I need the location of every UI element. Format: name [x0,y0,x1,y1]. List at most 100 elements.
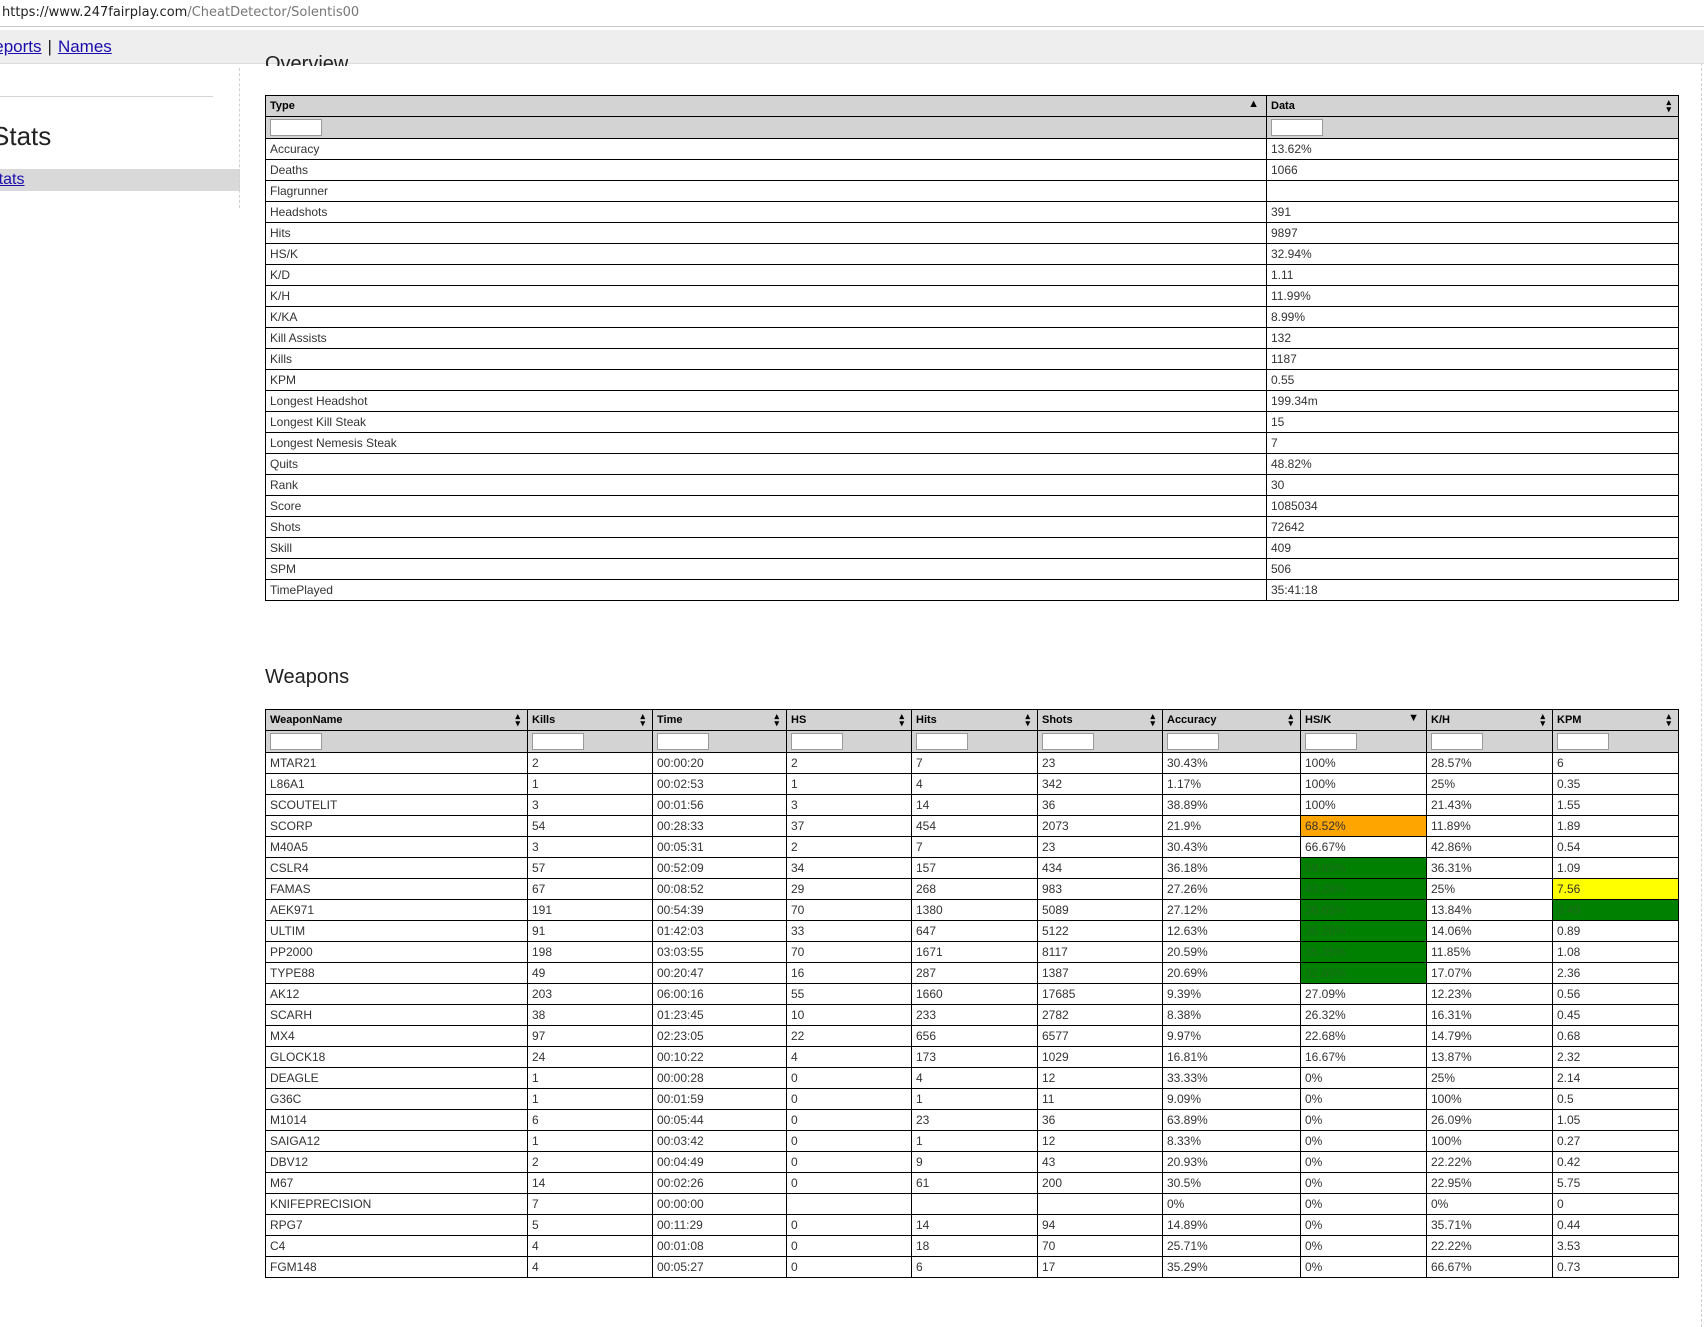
overview-cell-data: 7 [1266,432,1679,454]
weapons-header-hs[interactable]: HS ▴ ▾ [786,709,912,731]
weapons-cell-hs: 4 [786,1046,912,1068]
weapons-cell-time: 00:52:09 [652,857,787,879]
weapons-cell-hs [786,1193,912,1215]
weapons-cell-kills: 14 [527,1172,653,1194]
weapons-cell-shots: 36 [1037,794,1163,816]
weapons-cell-accuracy: 20.59% [1162,941,1301,963]
weapons-cell-hs-k: 100% [1300,794,1427,816]
weapons-cell-k-h: 66.67% [1426,1256,1553,1278]
weapons-cell-hs: 0 [786,1109,912,1131]
weapons-cell-kpm: 7.56 [1552,878,1679,900]
sort-both-icon[interactable]: ▴ ▾ [640,712,645,728]
weapons-cell-kpm: 0.45 [1552,1004,1679,1026]
table-row: TYPE88 49 00:20:47 16 287 1387 20.69% 32.65% 17.… [265,962,1679,984]
overview-filter-input-data[interactable] [1271,119,1323,136]
weapons-cell-hs-k: 0% [1300,1151,1427,1173]
weapons-cell-weaponname: ULTIM [265,920,528,942]
weapons-header-time[interactable]: Time ▴ ▾ [652,709,787,731]
weapons-header-shots[interactable]: Shots ▴ ▾ [1037,709,1163,731]
weapons-filter-input-weaponname[interactable] [270,733,322,750]
weapons-cell-hs: 0 [786,1130,912,1152]
weapons-cell-kpm: 0.5 [1552,1088,1679,1110]
weapons-cell-accuracy: 30.5% [1162,1172,1301,1194]
weapons-header-k-h[interactable]: K/H ▴ ▾ [1426,709,1553,731]
weapons-filter-input-hits[interactable] [916,733,968,750]
nav-link-names[interactable]: Names [58,37,112,56]
weapons-filter-input-kpm[interactable] [1557,733,1609,750]
weapons-cell-weaponname: GLOCK18 [265,1046,528,1068]
overview-table: Type ▲ Data ▴ ▾ Accuracy 13.62% Deaths 1066 Flag… [265,95,1679,601]
weapons-cell-k-h: 100% [1426,1088,1553,1110]
weapons-cell-weaponname: M40A5 [265,836,528,858]
sort-both-icon[interactable]: ▴ ▾ [1666,98,1671,114]
overview-cell-type: Shots [265,516,1267,538]
weapons-cell-hs-k: 0% [1300,1088,1427,1110]
nav-link-reports[interactable]: Reports [0,37,42,56]
overview-cell-data: 409 [1266,537,1679,559]
sort-both-icon[interactable]: ▴ ▾ [899,712,904,728]
sort-both-icon[interactable]: ▴ ▾ [515,712,520,728]
weapons-cell-hits: 647 [911,920,1038,942]
weapons-cell-weaponname: MTAR21 [265,752,528,774]
overview-filter-cell [1266,116,1679,139]
overview-header-data[interactable]: Data ▴ ▾ [1266,95,1679,117]
weapons-filter-input-accuracy[interactable] [1167,733,1219,750]
weapons-header-hits[interactable]: Hits ▴ ▾ [911,709,1038,731]
weapons-cell-hits: 4 [911,1067,1038,1089]
weapons-cell-kpm: 3.53 [1552,1235,1679,1257]
weapons-cell-shots: 1387 [1037,962,1163,984]
sidebar-item-stats-link[interactable]: Stats [0,169,24,191]
table-row: Accuracy 13.62% [265,138,1679,160]
weapons-filter-cell [911,730,1038,753]
overview-cell-data: 35:41:18 [1266,579,1679,601]
weapons-filter-cell [527,730,653,753]
sort-both-icon[interactable]: ▴ ▾ [1666,712,1671,728]
weapons-header-accuracy[interactable]: Accuracy ▴ ▾ [1162,709,1301,731]
url-bar[interactable]: https://www.247fairplay.com/CheatDetecto… [0,0,1704,27]
weapons-cell-k-h: 14.79% [1426,1025,1553,1047]
weapons-filter-input-time[interactable] [657,733,709,750]
sort-both-icon[interactable]: ▴ ▾ [1150,712,1155,728]
table-row: RPG7 5 00:11:29 0 14 94 14.89% 0% 35.71% 0.44 [265,1214,1679,1236]
weapons-header-label: K/H [1431,714,1450,726]
weapons-filter-input-kills[interactable] [532,733,584,750]
weapons-filter-input-k-h[interactable] [1431,733,1483,750]
overview-filter-input-type[interactable] [270,119,322,136]
sort-asc-icon[interactable]: ▲ [1248,98,1259,110]
overview-cell-data: 391 [1266,201,1679,223]
table-row: ULTIM 91 01:42:03 33 647 5122 12.63% 36.26% 14.0… [265,920,1679,942]
weapons-cell-k-h: 22.22% [1426,1235,1553,1257]
weapons-filter-input-shots[interactable] [1042,733,1094,750]
weapons-cell-kpm: 1.09 [1552,857,1679,879]
weapons-filter-input-hs-k[interactable] [1305,733,1357,750]
weapons-header-hs-k[interactable]: HS/K ▼ [1300,709,1427,731]
weapons-filter-cell [1162,730,1301,753]
sort-both-icon[interactable]: ▴ ▾ [1540,712,1545,728]
weapons-cell-accuracy: 36.18% [1162,857,1301,879]
weapons-cell-hs: 0 [786,1088,912,1110]
sort-desc-icon[interactable]: ▼ [1408,712,1419,724]
weapons-cell-weaponname: SAIGA12 [265,1130,528,1152]
weapons-cell-kills: 5 [527,1214,653,1236]
weapons-cell-kpm: 0.56 [1552,983,1679,1005]
overview-header-type[interactable]: Type ▲ [265,95,1267,117]
weapons-header-kills[interactable]: Kills ▴ ▾ [527,709,653,731]
weapons-header-weaponname[interactable]: WeaponName ▴ ▾ [265,709,528,731]
weapons-cell-time: 03:03:55 [652,941,787,963]
url-text: https://www.247fairplay.com/CheatDetecto… [2,5,360,20]
weapons-filter-input-hs[interactable] [791,733,843,750]
weapons-cell-hits: 656 [911,1025,1038,1047]
weapons-cell-kills: 2 [527,1151,653,1173]
sort-both-icon[interactable]: ▴ ▾ [1025,712,1030,728]
weapons-title: Weapons [265,666,350,688]
weapons-cell-hs-k: 32.65% [1300,962,1427,984]
weapons-header-kpm[interactable]: KPM ▴ ▾ [1552,709,1679,731]
sort-both-icon[interactable]: ▴ ▾ [1288,712,1293,728]
overview-cell-type: Longest Nemesis Steak [265,432,1267,454]
weapons-cell-k-h: 13.87% [1426,1046,1553,1068]
sort-both-icon[interactable]: ▴ ▾ [774,712,779,728]
sidebar-item-stats[interactable]: Stats [0,169,240,191]
weapons-cell-hits: 1671 [911,941,1038,963]
table-row: Kills 1187 [265,348,1679,370]
table-row: DEAGLE 1 00:00:28 0 4 12 33.33% 0% 25% 2.14 [265,1067,1679,1089]
